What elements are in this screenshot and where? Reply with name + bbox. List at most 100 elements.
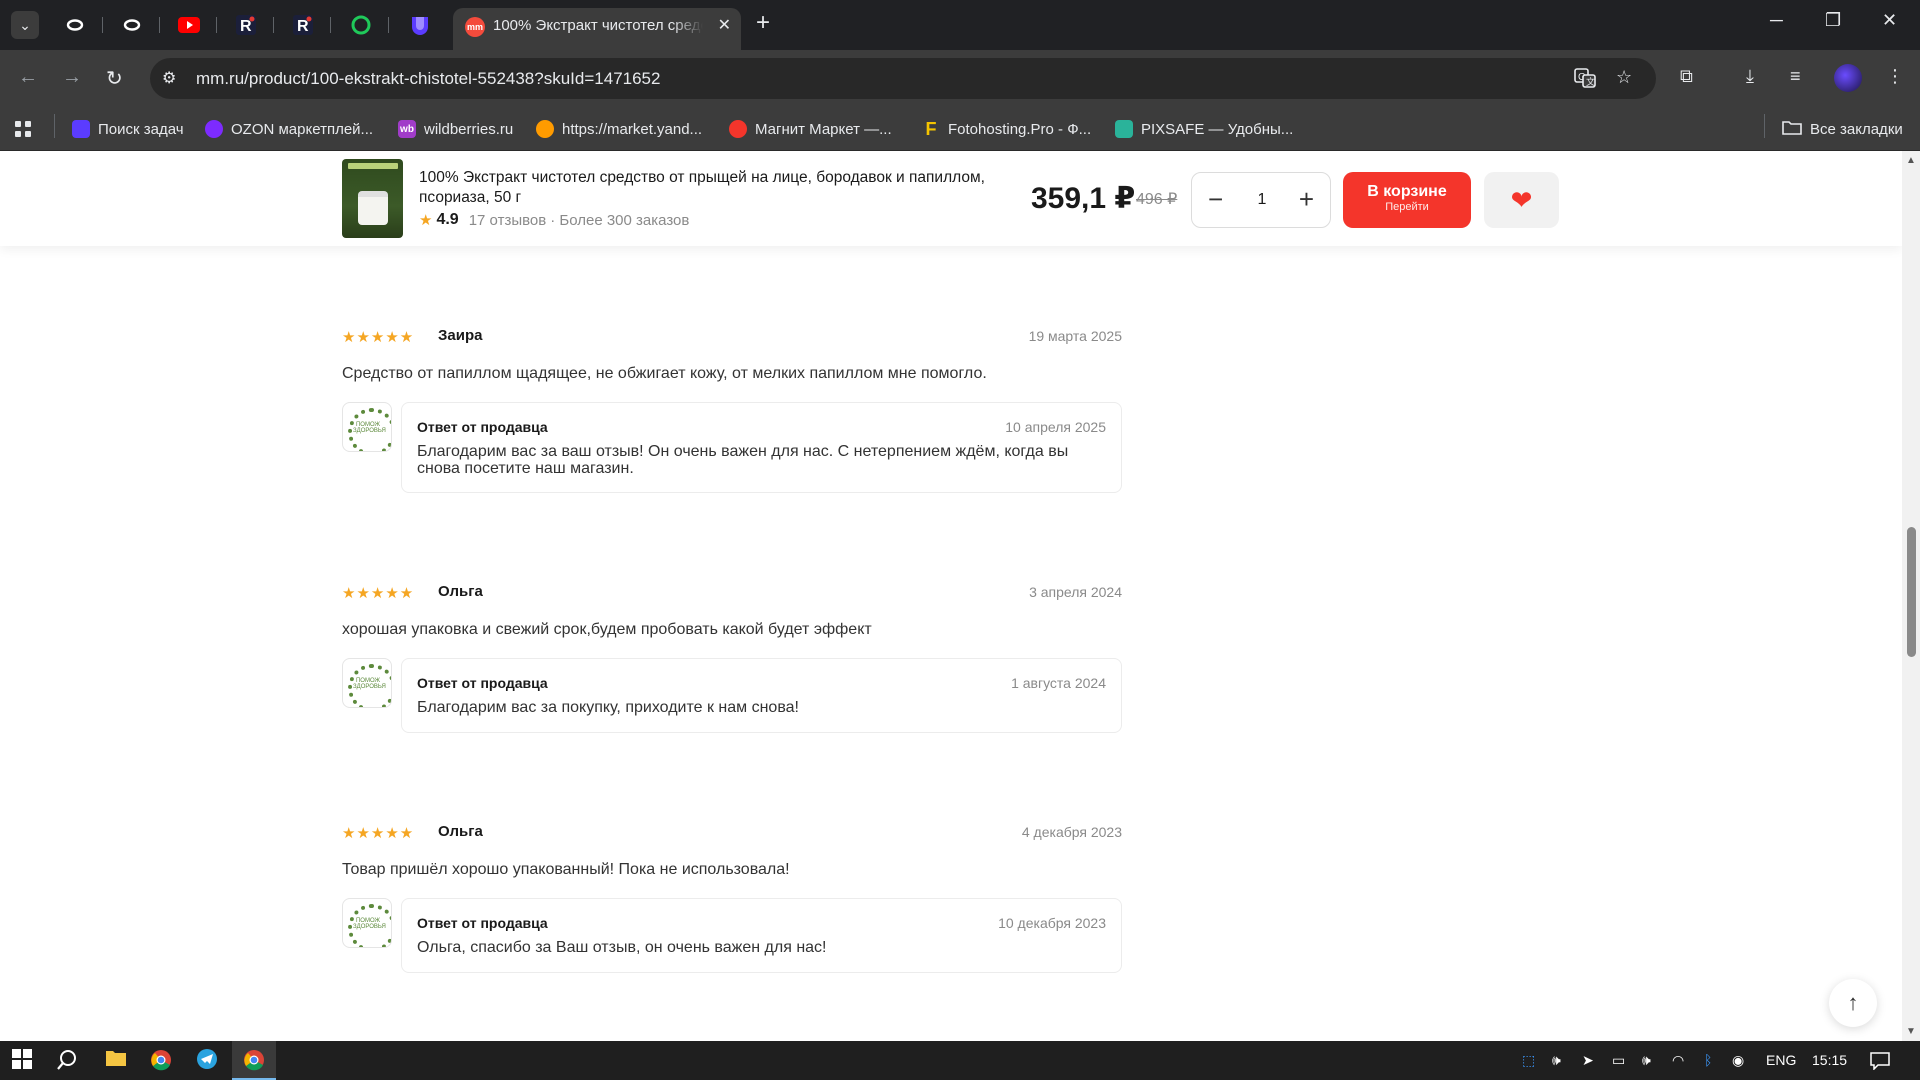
oval-icon	[123, 19, 141, 31]
orders-count: · Более 300 заказов	[550, 211, 690, 229]
restore-icon[interactable]: ❐	[1825, 10, 1841, 31]
pixsafe-icon	[1115, 120, 1133, 138]
reply-title: Ответ от продавца	[417, 915, 548, 931]
bookmark-item[interactable]: PIXSAFE — Удобны...	[1115, 118, 1293, 140]
pinned-tab-r2[interactable]: R	[288, 10, 331, 40]
pinned-tab-2[interactable]	[117, 10, 160, 40]
seller-avatar: ПОМОЖ ЗДОРОВЬЯ	[342, 402, 392, 452]
forward-icon[interactable]: →	[62, 66, 82, 89]
bookmark-item[interactable]: https://market.yand...	[536, 118, 702, 140]
reviews-count-link[interactable]: 17 отзывов	[469, 212, 547, 229]
bookmark-item[interactable]: Магнит Маркет —...	[729, 118, 892, 140]
notifications-icon[interactable]	[1870, 1052, 1890, 1073]
yandex-market-icon	[536, 120, 554, 138]
wifi-icon[interactable]: ◠	[1672, 1052, 1684, 1069]
favorite-button[interactable]: ❤	[1484, 172, 1559, 228]
product-rating: 4.9	[436, 211, 459, 228]
active-tab[interactable]: mm 100% Экстракт чистотел средство от пр…	[453, 8, 741, 50]
all-bookmarks-button[interactable]: Все закладки	[1782, 118, 1903, 140]
in-cart-button[interactable]: В корзине Перейти	[1343, 172, 1471, 228]
page-scrollbar[interactable]: ▲ ▼	[1902, 151, 1920, 1041]
telegram-tray-icon[interactable]: ➤	[1582, 1052, 1594, 1069]
windows-start-icon[interactable]	[12, 1049, 32, 1074]
scroll-down-icon[interactable]: ▼	[1906, 1026, 1916, 1037]
snipping-tool-icon[interactable]: ⬚	[1522, 1052, 1535, 1069]
search-icon[interactable]	[56, 1049, 78, 1076]
seller-avatar: ПОМОЖ ЗДОРОВЬЯ	[342, 658, 392, 708]
review-item: ★★★★★ Заира 19 марта 2025 Средство от па…	[342, 326, 1122, 576]
scroll-to-top-button[interactable]: ↑	[1829, 979, 1877, 1027]
media-control-icon[interactable]: ≡	[1790, 66, 1801, 87]
bookmark-item[interactable]: F Fotohosting.Pro - Ф...	[922, 118, 1092, 140]
extensions-icon[interactable]: ⧉	[1680, 66, 1693, 87]
volume-icon[interactable]: 🕪	[1642, 1052, 1651, 1069]
reply-text: Благодарим вас за покупку, приходите к н…	[417, 699, 799, 716]
star-icon: ★	[419, 212, 433, 229]
scrollbar-thumb[interactable]	[1907, 527, 1916, 657]
seller-avatar: ПОМОЖ ЗДОРОВЬЯ	[342, 898, 392, 948]
pinned-tab-u[interactable]	[405, 10, 435, 40]
menu-icon[interactable]: ⋮	[1886, 66, 1904, 87]
pinned-tab-r1[interactable]: R	[231, 10, 274, 40]
telegram-icon[interactable]	[197, 1049, 217, 1074]
url-text[interactable]: mm.ru/product/100-ekstrakt-chistotel-552…	[196, 69, 660, 89]
new-tab-button[interactable]: +	[756, 11, 770, 35]
scroll-up-icon[interactable]: ▲	[1906, 155, 1916, 166]
reply-title: Ответ от продавца	[417, 675, 548, 691]
bookmark-item[interactable]: wb wildberries.ru	[398, 118, 513, 140]
minimize-icon[interactable]: ─	[1770, 10, 1783, 31]
chrome-tray-icon[interactable]: ◉	[1732, 1052, 1744, 1069]
browser-toolbar: ← → ↻ ⚙ mm.ru/product/100-ekstrakt-chist…	[0, 50, 1920, 107]
magnit-icon	[729, 120, 747, 138]
ozon-icon	[205, 120, 223, 138]
site-info-icon[interactable]: ⚙	[162, 68, 176, 88]
product-meta: ★ 4.9 17 отзывов · Более 300 заказов	[419, 211, 689, 229]
review-author: Заира	[438, 327, 483, 344]
profile-avatar[interactable]	[1834, 64, 1862, 92]
reply-date: 10 декабря 2023	[998, 915, 1106, 931]
file-explorer-icon[interactable]	[105, 1049, 127, 1072]
product-thumbnail[interactable]	[342, 159, 403, 238]
chrome-icon[interactable]	[150, 1049, 172, 1076]
oval-icon	[66, 19, 84, 31]
bookmark-item[interactable]: Поиск задач	[72, 118, 184, 140]
fotohosting-icon: F	[925, 118, 937, 139]
pinned-tab-youtube[interactable]	[174, 10, 217, 40]
cart-button-sublabel: Перейти	[1385, 201, 1429, 213]
product-title[interactable]: 100% Экстракт чистотел средство от прыще…	[419, 168, 1024, 208]
window-close-icon[interactable]: ✕	[1882, 10, 1897, 31]
bookmark-star-icon[interactable]: ☆	[1616, 67, 1632, 88]
translate-icon[interactable]: G文	[1574, 67, 1596, 94]
quantity-value[interactable]: 1	[1242, 191, 1282, 209]
decrease-quantity-button[interactable]: −	[1208, 185, 1223, 213]
youtube-icon	[178, 17, 200, 33]
bookmarks-bar: Поиск задач OZON маркетплей... wb wildbe…	[0, 107, 1920, 151]
bluetooth-icon[interactable]: ᛒ	[1704, 1052, 1712, 1068]
rating-stars: ★★★★★	[342, 585, 415, 602]
apps-grid-icon[interactable]	[14, 118, 32, 140]
tab-search-button[interactable]: ⌄	[11, 11, 39, 39]
battery-icon[interactable]: ▭	[1612, 1052, 1625, 1069]
r-logo-icon: R	[293, 15, 313, 35]
megamarket-favicon-icon: mm	[465, 17, 485, 37]
pinned-tab-1[interactable]	[60, 10, 103, 40]
quantity-stepper: − 1 +	[1191, 172, 1331, 228]
language-indicator[interactable]: ENG	[1766, 1052, 1796, 1068]
clock[interactable]: 15:15	[1812, 1052, 1847, 1068]
address-bar[interactable]: ⚙ mm.ru/product/100-ekstrakt-chistotel-5…	[150, 58, 1656, 99]
svg-text:文: 文	[1586, 76, 1595, 87]
arrow-up-icon: ↑	[1847, 990, 1859, 1015]
speaker-icon[interactable]: 🕪	[1552, 1052, 1561, 1069]
bookmark-item[interactable]: OZON маркетплей...	[205, 118, 373, 140]
review-text: Товар пришёл хорошо упакованный! Пока не…	[342, 861, 790, 878]
old-price: 496 ₽	[1136, 191, 1178, 208]
reload-icon[interactable]: ↻	[106, 66, 123, 91]
back-icon[interactable]: ←	[18, 66, 38, 89]
increase-quantity-button[interactable]: +	[1299, 185, 1314, 213]
divider	[54, 114, 55, 138]
pinned-tab-green[interactable]	[346, 10, 389, 40]
tab-close-icon[interactable]: ✕	[718, 15, 731, 35]
download-icon[interactable]: ⤓	[1746, 66, 1754, 87]
tab-title: 100% Экстракт чистотел средство от прыще…	[493, 17, 703, 34]
chrome-icon[interactable]	[243, 1049, 265, 1076]
